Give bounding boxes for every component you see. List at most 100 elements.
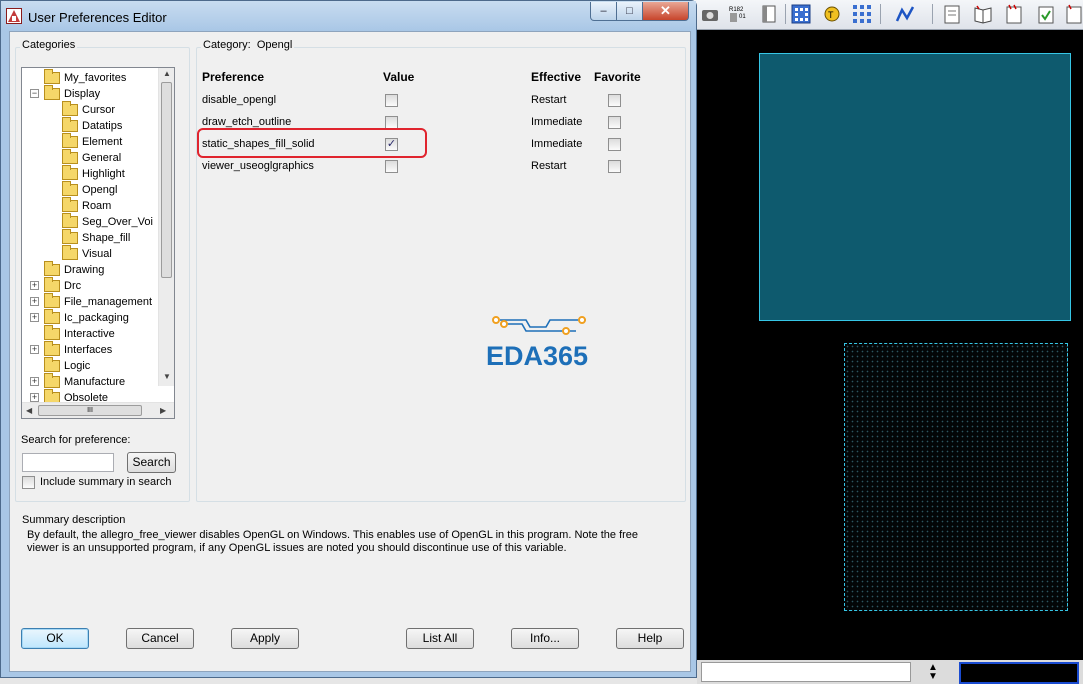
- tree-item-label: Display: [64, 88, 101, 100]
- include-summary-checkbox[interactable]: [22, 476, 35, 489]
- tree-item-logic[interactable]: Logic: [44, 357, 90, 374]
- value-checkbox[interactable]: [385, 160, 398, 173]
- tree-item-shape_fill[interactable]: Shape_fill: [62, 229, 130, 246]
- route-icon[interactable]: [895, 3, 917, 25]
- tree-vertical-scrollbar[interactable]: ▲ ▼: [158, 68, 174, 386]
- eda365-logo: EDA365: [486, 315, 602, 375]
- expand-icon[interactable]: +: [30, 297, 39, 306]
- tree-item-my_favorites[interactable]: My_favorites: [44, 69, 126, 86]
- collapse-icon[interactable]: −: [30, 89, 39, 98]
- check-icon[interactable]: [1035, 3, 1057, 25]
- tree-item-display[interactable]: Display: [44, 85, 101, 102]
- tree-item-ic_packaging[interactable]: Ic_packaging: [44, 309, 129, 326]
- tree-item-label: Drawing: [64, 264, 105, 276]
- expand-icon[interactable]: +: [30, 345, 39, 354]
- tree-item-element[interactable]: Element: [62, 133, 122, 150]
- column-effective: Effective: [531, 70, 582, 84]
- help-button[interactable]: Help: [616, 628, 684, 649]
- expand-icon[interactable]: +: [30, 393, 39, 402]
- minimize-button[interactable]: –: [590, 2, 617, 21]
- summary-label: Summary description: [20, 514, 128, 526]
- category-value: Opengl: [256, 39, 293, 51]
- tree-item-manufacture[interactable]: Manufacture: [44, 373, 125, 390]
- effective-label: Immediate: [531, 116, 583, 128]
- favorite-checkbox[interactable]: [608, 138, 621, 151]
- outline-dotted-shape[interactable]: [844, 343, 1068, 611]
- tree-item-cursor[interactable]: Cursor: [62, 101, 115, 118]
- value-checkbox[interactable]: [385, 94, 398, 107]
- scroll-arrows[interactable]: ▲ ▼: [915, 663, 951, 682]
- tree-item-datatips[interactable]: Datatips: [62, 117, 122, 134]
- favorite-checkbox[interactable]: [608, 116, 621, 129]
- tree-item-label: Roam: [82, 200, 112, 212]
- logo-text: EDA365: [486, 341, 589, 371]
- effective-label: Immediate: [531, 138, 583, 150]
- scroll-thumb-h[interactable]: III: [38, 405, 142, 416]
- tree-horizontal-scrollbar[interactable]: ◀ III ▶: [22, 402, 174, 418]
- tree-item-label: Drc: [64, 280, 82, 292]
- expand-icon[interactable]: +: [30, 281, 39, 290]
- cancel-button[interactable]: Cancel: [126, 628, 194, 649]
- scroll-left-icon[interactable]: ◀: [26, 406, 32, 415]
- include-summary-label: Include summary in search: [40, 476, 172, 488]
- tree-item-visual[interactable]: Visual: [62, 245, 112, 262]
- apply-button[interactable]: Apply: [231, 628, 299, 649]
- page-icon[interactable]: [941, 3, 963, 25]
- close-button[interactable]: ✕: [642, 2, 689, 21]
- world-view[interactable]: [959, 662, 1079, 684]
- command-field[interactable]: [701, 662, 911, 682]
- preference-row: viewer_useoglgraphics Restart: [202, 156, 672, 178]
- info-button[interactable]: Info...: [511, 628, 579, 649]
- notes-icon[interactable]: [1003, 3, 1025, 25]
- tree-item-opengl[interactable]: Opengl: [62, 181, 118, 198]
- expand-icon[interactable]: +: [30, 313, 39, 322]
- search-button[interactable]: Search: [127, 452, 176, 473]
- list-all-button[interactable]: List All: [406, 628, 474, 649]
- folder-icon: [62, 197, 78, 212]
- tree-item-file_management[interactable]: File_management: [44, 293, 152, 310]
- column-value: Value: [383, 70, 415, 84]
- search-label: Search for preference:: [21, 434, 131, 446]
- scroll-down-icon[interactable]: ▼: [163, 372, 171, 381]
- tree-item-roam[interactable]: Roam: [62, 197, 112, 214]
- favorite-checkbox[interactable]: [608, 160, 621, 173]
- scroll-right-icon[interactable]: ▶: [160, 406, 166, 415]
- tree-item-drawing[interactable]: Drawing: [44, 261, 105, 278]
- matrix-icon[interactable]: [851, 3, 873, 25]
- tree-item-highlight[interactable]: Highlight: [62, 165, 125, 182]
- design-canvas[interactable]: [697, 30, 1083, 660]
- grid-icon[interactable]: [790, 3, 812, 25]
- tree-item-drc[interactable]: Drc: [44, 277, 82, 294]
- expand-icon[interactable]: +: [30, 377, 39, 386]
- preference-name: draw_etch_outline: [202, 116, 292, 128]
- title-bar[interactable]: User Preferences Editor – □ ✕: [1, 1, 696, 31]
- tree-item-seg_over_voi[interactable]: Seg_Over_Voi: [62, 213, 153, 230]
- layers-icon[interactable]: R182 01: [727, 3, 749, 25]
- svg-text:01: 01: [739, 14, 746, 20]
- dialog-client: Categories My_favorites Display − Cursor Dat…: [9, 31, 691, 672]
- document-icon[interactable]: [758, 3, 780, 25]
- maximize-button[interactable]: □: [616, 2, 643, 21]
- tree-item-interfaces[interactable]: Interfaces: [44, 341, 112, 358]
- solid-filled-shape[interactable]: [759, 53, 1071, 321]
- ok-button[interactable]: OK: [21, 628, 89, 649]
- app-icon: [6, 8, 22, 24]
- folder-icon: [44, 261, 60, 276]
- category-tree[interactable]: My_favorites Display − Cursor Datatips Elemen…: [21, 67, 175, 419]
- target-icon[interactable]: T: [821, 3, 843, 25]
- highlight-annotation: [197, 128, 427, 158]
- copy-icon[interactable]: [1063, 3, 1083, 25]
- book-icon[interactable]: [972, 3, 994, 25]
- favorite-checkbox[interactable]: [608, 94, 621, 107]
- user-preferences-dialog: User Preferences Editor – □ ✕ Categories…: [0, 0, 697, 678]
- folder-icon: [44, 325, 60, 340]
- search-input[interactable]: [22, 453, 114, 472]
- tree-item-label: Seg_Over_Voi: [82, 216, 153, 228]
- tree-item-label: Opengl: [82, 184, 118, 196]
- scroll-up-icon[interactable]: ▲: [163, 69, 171, 78]
- tree-item-general[interactable]: General: [62, 149, 121, 166]
- tree-item-interactive[interactable]: Interactive: [44, 325, 115, 342]
- scroll-thumb[interactable]: [161, 82, 172, 278]
- camera-icon[interactable]: [699, 3, 721, 25]
- folder-icon: [62, 229, 78, 244]
